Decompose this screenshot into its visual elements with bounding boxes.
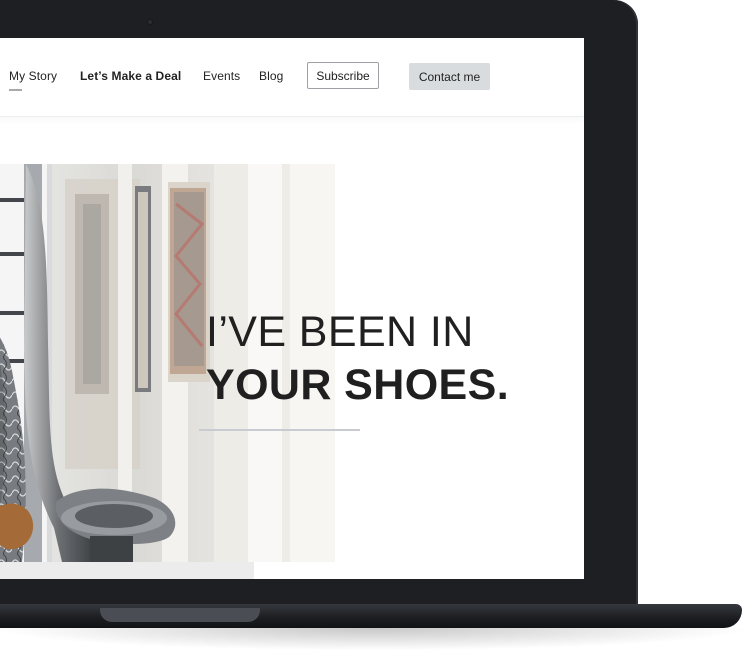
nav-item-lets-make-a-deal[interactable]: Let’s Make a Deal (80, 69, 181, 83)
hero-headline: I’VE BEEN IN YOUR SHOES. (206, 309, 509, 408)
top-navigation: rch My Story Let’s Make a Deal Events Bl… (0, 38, 584, 117)
subscribe-button[interactable]: Subscribe (307, 62, 379, 89)
active-nav-indicator (9, 89, 22, 91)
laptop-hinge-notch (100, 608, 260, 622)
laptop-shadow (0, 628, 745, 650)
hero-bottom-strip (0, 562, 254, 579)
headline-divider (199, 429, 360, 431)
nav-item-my-story[interactable]: My Story (9, 69, 57, 83)
hero-headline-line-1: I’VE BEEN IN (206, 308, 474, 357)
nav-item-events[interactable]: Events (203, 69, 240, 83)
laptop-lid: rch My Story Let’s Make a Deal Events Bl… (0, 0, 638, 610)
hero-headline-line-2: YOUR SHOES. (206, 360, 510, 409)
nav-item-blog[interactable]: Blog (259, 69, 283, 83)
contact-me-button[interactable]: Contact me (409, 63, 490, 90)
laptop-mockup: rch My Story Let’s Make a Deal Events Bl… (0, 0, 745, 665)
camera-icon (147, 19, 153, 25)
website-screen: rch My Story Let’s Make a Deal Events Bl… (0, 38, 584, 579)
